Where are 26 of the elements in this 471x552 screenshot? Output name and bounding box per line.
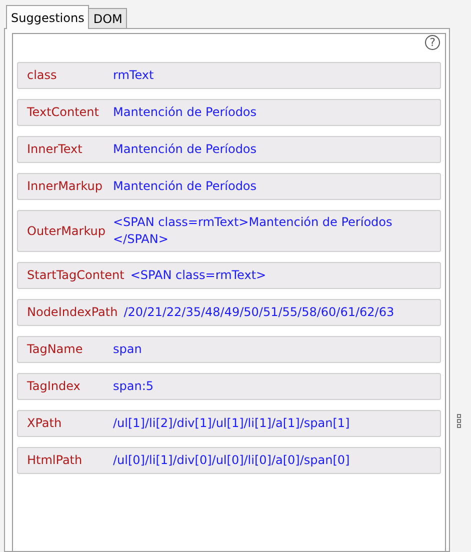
property-name: StartTagContent (27, 267, 126, 284)
property-name: InnerMarkup (27, 178, 104, 195)
property-value: /ul[0]/li[1]/div[0]/ul[0]/li[0]/a[0]/span[0] (113, 452, 350, 469)
property-name: TagName (27, 341, 84, 358)
property-name: TextContent (27, 104, 100, 121)
property-value: <SPAN class=rmText>Mantención de Períodos</SPAN> (113, 214, 394, 248)
property-name: HtmlPath (27, 452, 84, 469)
property-name: NodeIndexPath (27, 304, 119, 321)
tab[interactable]: Suggestions (6, 5, 90, 29)
property-value: <SPAN class=rmText> (130, 267, 266, 284)
tab[interactable]: DOM (89, 8, 128, 28)
property-value: Mantención de Períodos (113, 141, 257, 158)
property-name: OuterMarkup (27, 222, 107, 240)
splitter-grip-icon[interactable] (457, 414, 462, 429)
property-value: Mantención de Períodos (113, 104, 257, 121)
property-value: Mantención de Períodos (113, 178, 257, 195)
help-icon[interactable]: ? (425, 35, 440, 50)
property-name: InnerText (27, 141, 84, 158)
property-value: /20/21/22/35/48/49/50/51/55/58/60/61/62/63 (124, 304, 394, 321)
property-name: XPath (27, 415, 63, 432)
property-value: rmText (113, 67, 154, 84)
property-value: /ul[1]/li[2]/div[1]/ul[1]/li[1]/a[1]/span[1] (113, 415, 350, 432)
property-name: class (27, 67, 58, 84)
property-value: span:5 (113, 378, 154, 395)
property-name: TagIndex (27, 378, 82, 395)
property-value: span (113, 341, 142, 358)
